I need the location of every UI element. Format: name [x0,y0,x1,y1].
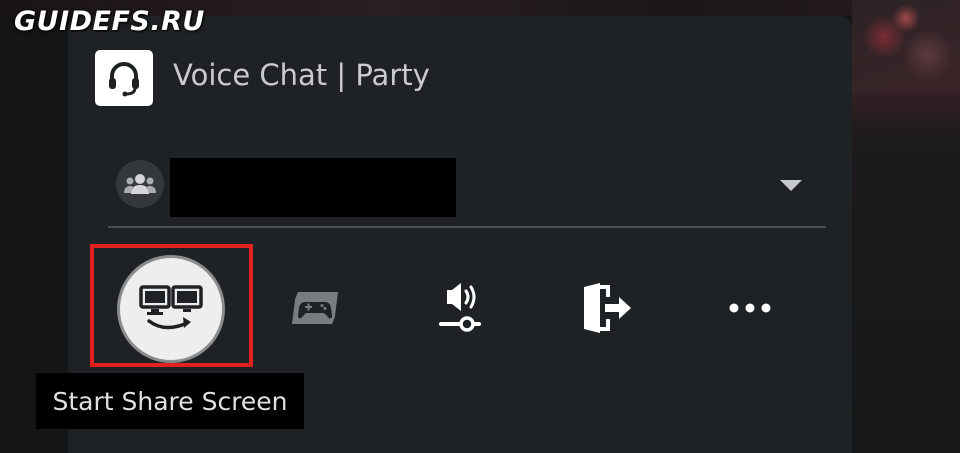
share-screen-icon [139,285,203,330]
volume-slider-icon [439,283,481,332]
tooltip-text: Start Share Screen [52,386,288,416]
headset-icon [95,50,153,106]
watermark: GUIDEFS.RU [14,6,205,37]
tooltip: Start Share Screen [36,373,304,429]
start-share-screen-button[interactable] [120,258,222,360]
more-icon [729,303,771,313]
gamepad-card-icon [292,292,338,324]
group-icon [116,160,164,208]
divider [108,226,826,228]
game-base-button[interactable] [283,278,347,338]
more-options-button[interactable] [718,278,782,338]
page-title: Voice Chat | Party [173,58,430,92]
background-game-art-top [852,0,960,92]
party-name-redacted [170,158,456,217]
exit-door-icon [584,283,631,333]
leave-party-button[interactable] [574,278,638,338]
audio-settings-button[interactable] [428,278,492,338]
chevron-down-icon[interactable] [776,176,806,196]
